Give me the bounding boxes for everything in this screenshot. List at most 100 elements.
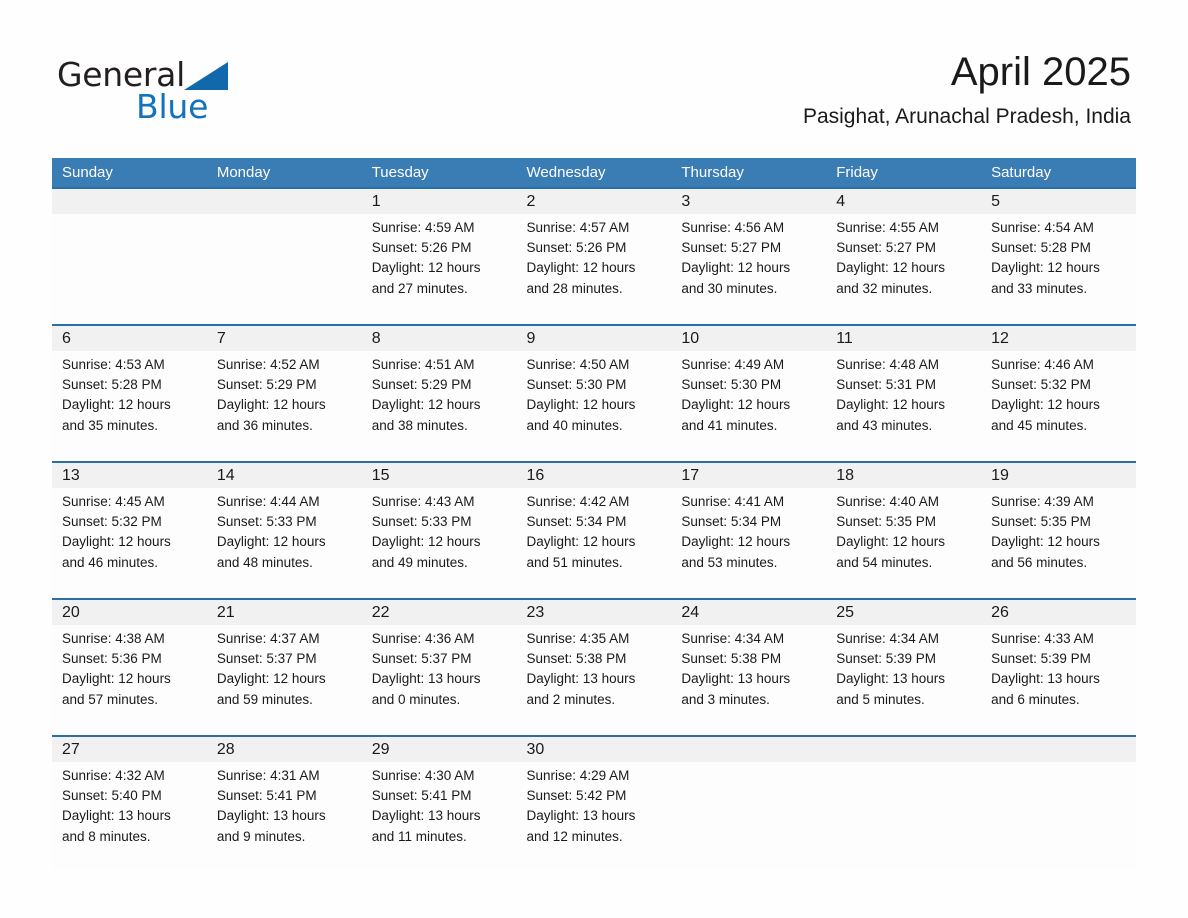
day-of-week-header: Tuesday: [371, 164, 429, 181]
generalblue-logo[interactable]: General Blue: [57, 55, 357, 135]
sunset-text: Sunset: 5:28 PM: [62, 377, 162, 393]
day-cell[interactable]: Sunrise: 4:36 AM Sunset: 5:37 PM Daylight:…: [362, 625, 517, 735]
daylight-text: and 54 minutes.: [836, 554, 933, 570]
day-cell[interactable]: Sunrise: 4:49 AM Sunset: 5:30 PM Daylight:…: [671, 351, 826, 461]
day-cell[interactable]: Sunrise: 4:37 AM Sunset: 5:37 PM Daylight:…: [207, 625, 362, 735]
day-number[interactable]: 18: [826, 463, 981, 488]
sunrise-text: Sunrise: 4:49 AM: [681, 357, 785, 372]
day-number[interactable]: 30: [517, 737, 672, 762]
sunset-text: Sunset: 5:32 PM: [991, 377, 1091, 393]
day-number[interactable]: 15: [362, 463, 517, 488]
daylight-text: Daylight: 13 hours: [526, 671, 636, 687]
day-number[interactable]: 16: [517, 463, 672, 488]
day-cell[interactable]: Sunrise: 4:50 AM Sunset: 5:30 PM Daylight:…: [517, 351, 672, 461]
day-cell[interactable]: Sunrise: 4:55 AM Sunset: 5:27 PM Daylight:…: [826, 214, 981, 324]
daylight-text: Daylight: 12 hours: [526, 397, 636, 413]
sunset-text: Sunset: 5:28 PM: [991, 240, 1091, 256]
day-number[interactable]: 29: [362, 737, 517, 762]
sunset-text: Sunset: 5:34 PM: [526, 514, 627, 530]
day-cell[interactable]: Sunrise: 4:57 AM Sunset: 5:26 PM Daylight:…: [517, 214, 672, 324]
day-cell[interactable]: Sunrise: 4:31 AM Sunset: 5:41 PM Daylight:…: [207, 762, 362, 870]
day-number[interactable]: 8: [362, 326, 517, 351]
day-number[interactable]: 10: [671, 326, 826, 351]
day-number[interactable]: 12: [981, 326, 1136, 351]
day-cell-empty: [52, 214, 207, 324]
day-number[interactable]: 11: [826, 326, 981, 351]
calendar-week-row: 13 14 15 16 17 18 19 Sunrise: 4:45 AM Sunset: 5:…: [52, 461, 1136, 598]
day-number[interactable]: 24: [671, 600, 826, 625]
day-cell[interactable]: Sunrise: 4:54 AM Sunset: 5:28 PM Daylight:…: [981, 214, 1136, 324]
day-number[interactable]: 20: [52, 600, 207, 625]
day-cell-empty: [826, 762, 981, 870]
day-cell[interactable]: Sunrise: 4:34 AM Sunset: 5:38 PM Daylight:…: [671, 625, 826, 735]
daylight-text: and 9 minutes.: [216, 828, 306, 844]
day-cell[interactable]: Sunrise: 4:38 AM Sunset: 5:36 PM Daylight:…: [52, 625, 207, 735]
day-cell[interactable]: Sunrise: 4:59 AM Sunset: 5:26 PM Daylight:…: [362, 214, 517, 324]
day-cell[interactable]: Sunrise: 4:45 AM Sunset: 5:32 PM Daylight:…: [52, 488, 207, 598]
day-cell[interactable]: Sunrise: 4:53 AM Sunset: 5:28 PM Daylight:…: [52, 351, 207, 461]
week-day-number-band: 12345: [52, 189, 1136, 214]
day-number[interactable]: 25: [826, 600, 981, 625]
day-number[interactable]: 23: [517, 600, 672, 625]
sunrise-text: Sunrise: 4:39 AM: [991, 494, 1094, 509]
day-cell[interactable]: Sunrise: 4:48 AM Sunset: 5:31 PM Daylight:…: [826, 351, 981, 461]
day-number[interactable]: 17: [671, 463, 826, 488]
day-of-week-header: Wednesday: [526, 164, 606, 181]
sunset-text: Sunset: 5:38 PM: [681, 651, 782, 667]
daylight-text: and 49 minutes.: [371, 554, 468, 570]
daylight-text: and 3 minutes.: [681, 691, 770, 707]
day-cell[interactable]: Sunrise: 4:39 AM Sunset: 5:35 PM Daylight:…: [981, 488, 1136, 598]
day-cell[interactable]: Sunrise: 4:46 AM Sunset: 5:32 PM Daylight:…: [981, 351, 1136, 461]
day-number[interactable]: 7: [207, 326, 362, 351]
day-number[interactable]: 28: [207, 737, 362, 762]
day-cell[interactable]: Sunrise: 4:56 AM Sunset: 5:27 PM Daylight:…: [671, 214, 826, 324]
sunrise-text: Sunrise: 4:40 AM: [836, 494, 940, 509]
sunrise-text: Sunrise: 4:45 AM: [62, 494, 165, 509]
day-number[interactable]: 9: [517, 326, 672, 351]
day-cell[interactable]: Sunrise: 4:29 AM Sunset: 5:42 PM Daylight:…: [517, 762, 672, 870]
sunrise-text: Sunrise: 4:51 AM: [371, 357, 475, 372]
day-number[interactable]: 5: [981, 189, 1136, 214]
daylight-text: Daylight: 12 hours: [836, 534, 946, 550]
sunrise-text: Sunrise: 4:34 AM: [836, 631, 940, 646]
day-cell[interactable]: Sunrise: 4:51 AM Sunset: 5:29 PM Daylight:…: [362, 351, 517, 461]
day-cell[interactable]: Sunrise: 4:44 AM Sunset: 5:33 PM Daylight:…: [207, 488, 362, 598]
day-number[interactable]: 21: [207, 600, 362, 625]
sunset-text: Sunset: 5:41 PM: [216, 788, 317, 804]
day-number[interactable]: 22: [362, 600, 517, 625]
daylight-text: and 53 minutes.: [681, 554, 778, 570]
day-cell[interactable]: Sunrise: 4:40 AM Sunset: 5:35 PM Daylight:…: [826, 488, 981, 598]
day-number[interactable]: 6: [52, 326, 207, 351]
day-cell[interactable]: Sunrise: 4:43 AM Sunset: 5:33 PM Daylight:…: [362, 488, 517, 598]
day-cell-empty: [981, 762, 1136, 870]
day-cell[interactable]: Sunrise: 4:33 AM Sunset: 5:39 PM Daylight:…: [981, 625, 1136, 735]
day-number[interactable]: 19: [981, 463, 1136, 488]
daylight-text: Daylight: 12 hours: [991, 260, 1100, 276]
day-of-week-header: Sunday: [62, 164, 113, 181]
day-cell[interactable]: Sunrise: 4:32 AM Sunset: 5:40 PM Daylight:…: [52, 762, 207, 870]
week-detail-band: Sunrise: 4:45 AM Sunset: 5:32 PM Daylight:…: [52, 488, 1136, 598]
day-cell[interactable]: Sunrise: 4:52 AM Sunset: 5:29 PM Daylight:…: [207, 351, 362, 461]
day-number[interactable]: 27: [52, 737, 207, 762]
daylight-text: and 28 minutes.: [526, 280, 623, 296]
day-number[interactable]: 4: [826, 189, 981, 214]
daylight-text: Daylight: 12 hours: [991, 534, 1100, 550]
day-of-week-header: Monday: [216, 164, 271, 181]
day-number[interactable]: 26: [981, 600, 1136, 625]
day-number[interactable]: 1: [362, 189, 517, 214]
sunset-text: Sunset: 5:26 PM: [526, 240, 627, 256]
sunrise-text: Sunrise: 4:38 AM: [62, 631, 165, 646]
day-number[interactable]: 3: [671, 189, 826, 214]
sunrise-text: Sunrise: 4:55 AM: [836, 220, 940, 235]
daylight-text: Daylight: 13 hours: [526, 808, 636, 824]
day-cell[interactable]: Sunrise: 4:30 AM Sunset: 5:41 PM Daylight:…: [362, 762, 517, 870]
day-cell[interactable]: Sunrise: 4:41 AM Sunset: 5:34 PM Daylight:…: [671, 488, 826, 598]
sunrise-text: Sunrise: 4:35 AM: [526, 631, 630, 646]
day-cell[interactable]: Sunrise: 4:35 AM Sunset: 5:38 PM Daylight:…: [517, 625, 672, 735]
daylight-text: Daylight: 12 hours: [836, 397, 946, 413]
day-cell[interactable]: Sunrise: 4:34 AM Sunset: 5:39 PM Daylight:…: [826, 625, 981, 735]
day-number[interactable]: 2: [517, 189, 672, 214]
day-cell[interactable]: Sunrise: 4:42 AM Sunset: 5:34 PM Daylight:…: [517, 488, 672, 598]
day-number[interactable]: 14: [207, 463, 362, 488]
day-number[interactable]: 13: [52, 463, 207, 488]
